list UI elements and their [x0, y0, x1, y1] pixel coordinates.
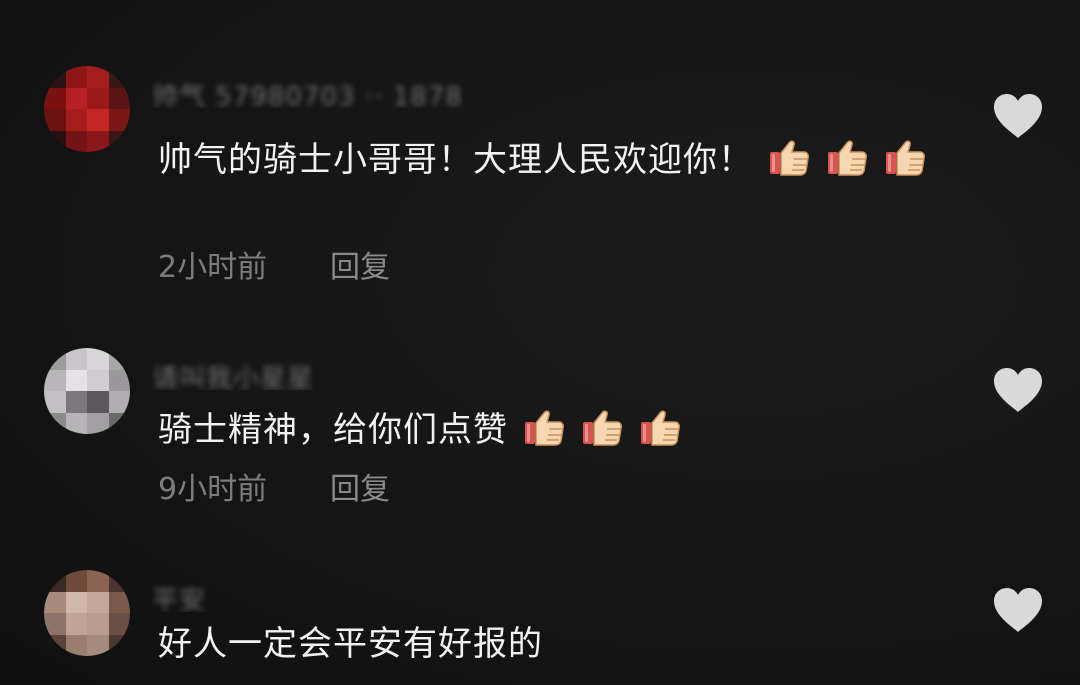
heart-icon — [992, 586, 1044, 634]
comment-body: 好人一定会平安有好报的 — [158, 624, 543, 664]
comment-text: 骑士精神，给你们点赞 — [158, 404, 978, 456]
thumbs-up-emoji — [825, 135, 869, 179]
like-button[interactable] — [992, 366, 1044, 414]
thumbs-up-group — [508, 410, 682, 450]
comment-body: 骑士精神，给你们点赞 — [158, 410, 508, 450]
thumbs-up-emoji — [580, 405, 624, 449]
username[interactable]: 平安 — [152, 584, 207, 613]
comment-text: 好人一定会平安有好报的 — [158, 618, 978, 670]
thumbs-up-emoji — [638, 405, 682, 449]
reply-button[interactable]: 回复 — [330, 464, 390, 508]
like-button[interactable] — [992, 586, 1044, 634]
timestamp: 2小时前 — [158, 250, 268, 285]
username[interactable]: 请叫我小星星 — [152, 362, 315, 391]
comment-meta: 2小时前 回复 — [158, 242, 390, 286]
comment-list: 帅气 57980703 ·· 1878 帅气的骑士小哥哥！大理人民欢迎你！ 2小… — [0, 0, 1080, 685]
username[interactable]: 帅气 57980703 ·· 1878 — [152, 80, 463, 109]
thumbs-up-emoji — [522, 405, 566, 449]
avatar[interactable] — [44, 348, 130, 434]
like-button[interactable] — [992, 92, 1044, 140]
comment-meta: 9小时前 回复 — [158, 464, 390, 508]
username-text: 请叫我小星星 — [152, 363, 315, 391]
reply-button[interactable]: 回复 — [330, 242, 390, 286]
username-text: 平安 — [152, 585, 207, 613]
avatar[interactable] — [44, 66, 130, 152]
timestamp: 9小时前 — [158, 472, 268, 507]
thumbs-up-emoji — [883, 135, 927, 179]
thumbs-up-emoji — [767, 135, 811, 179]
heart-icon — [992, 92, 1044, 140]
comment-text: 帅气的骑士小哥哥！大理人民欢迎你！ — [158, 134, 978, 186]
comment-body: 帅气的骑士小哥哥！大理人民欢迎你！ — [158, 140, 753, 180]
username-text: 帅气 57980703 ·· 1878 — [152, 81, 463, 109]
heart-icon — [992, 366, 1044, 414]
thumbs-up-group — [753, 140, 927, 180]
avatar[interactable] — [44, 570, 130, 656]
